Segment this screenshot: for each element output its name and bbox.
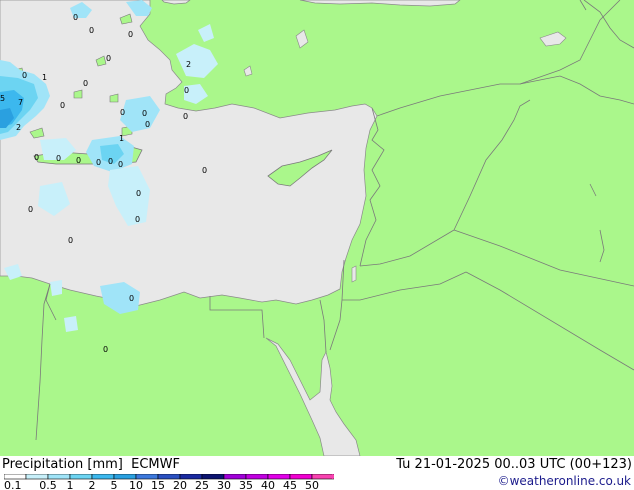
map-value-label: 0 [120, 108, 125, 117]
map-value-label: 0 [56, 154, 61, 163]
chart-title: Precipitation [mm] ECMWF [2, 457, 180, 472]
map-value-label: 0 [145, 120, 150, 129]
map-value-label: 0 [106, 54, 111, 63]
map-value-label: 2 [16, 123, 21, 132]
legend-label: 0.5 [39, 479, 57, 490]
map-value-label: 0 [142, 109, 147, 118]
legend-label: 2 [89, 479, 96, 490]
forecast-map-view: 0 0 0 1 0 2 5 7 2 0 0 0 0 0 1 0 0 0 0 0 … [0, 0, 634, 490]
legend-label: 10 [129, 479, 143, 490]
precip-patch-libya2 [64, 316, 78, 332]
map-value-label: 0 [83, 79, 88, 88]
map-value-label: 0 [34, 153, 39, 162]
map-value-label: 0 [136, 189, 141, 198]
map-value-label: 0 [183, 112, 188, 121]
map-value-label: 0 [22, 71, 27, 80]
legend-label: 1 [67, 479, 74, 490]
legend-label: 25 [195, 479, 209, 490]
map-value-label: 0 [68, 236, 73, 245]
precipitation-map: 0 0 0 1 0 2 5 7 2 0 0 0 0 0 1 0 0 0 0 0 … [0, 0, 634, 456]
forecast-datetime: Tu 21-01-2025 00..03 UTC (00+123) [396, 457, 632, 472]
map-value-label: 0 [103, 345, 108, 354]
map-value-label: 0 [28, 205, 33, 214]
legend-label: 15 [151, 479, 165, 490]
legend-label: 30 [217, 479, 231, 490]
map-value-label: 2 [186, 60, 191, 69]
map-value-label: 0 [96, 158, 101, 167]
legend-label: 5 [111, 479, 118, 490]
map-value-label: 0 [108, 157, 113, 166]
precip-patch-libya4 [50, 280, 62, 296]
map-value-label: 0 [73, 13, 78, 22]
map-value-label: 0 [118, 160, 123, 169]
credit-link[interactable]: ©weatheronline.co.uk [498, 474, 631, 489]
map-value-label: 0 [129, 294, 134, 303]
dead-sea [351, 265, 357, 283]
map-value-label: 0 [184, 86, 189, 95]
map-value-label: 0 [60, 101, 65, 110]
map-value-label: 1 [42, 73, 47, 82]
legend-label: 50 [305, 479, 319, 490]
legend-label: 35 [239, 479, 253, 490]
legend-label: 20 [173, 479, 187, 490]
map-value-label: 0 [128, 30, 133, 39]
map-value-label: 5 [0, 94, 5, 103]
map-value-label: 7 [18, 98, 23, 107]
legend-label: 40 [261, 479, 275, 490]
map-value-label: 0 [89, 26, 94, 35]
legend-labels: 0.1 0.5 1 2 5 10 15 20 25 30 35 40 45 50 [4, 479, 319, 490]
map-footer: Precipitation [mm] ECMWF Tu 21-01-2025 0… [0, 456, 634, 490]
color-legend: 0.1 0.5 1 2 5 10 15 20 25 30 35 40 45 50 [4, 474, 334, 490]
legend-arrow-tip [332, 474, 334, 479]
legend-label: 45 [283, 479, 297, 490]
map-value-label: 0 [135, 215, 140, 224]
map-value-label: 0 [202, 166, 207, 175]
map-value-label: 0 [76, 156, 81, 165]
map-value-label: 1 [119, 134, 124, 143]
legend-label: 0.1 [4, 479, 22, 490]
